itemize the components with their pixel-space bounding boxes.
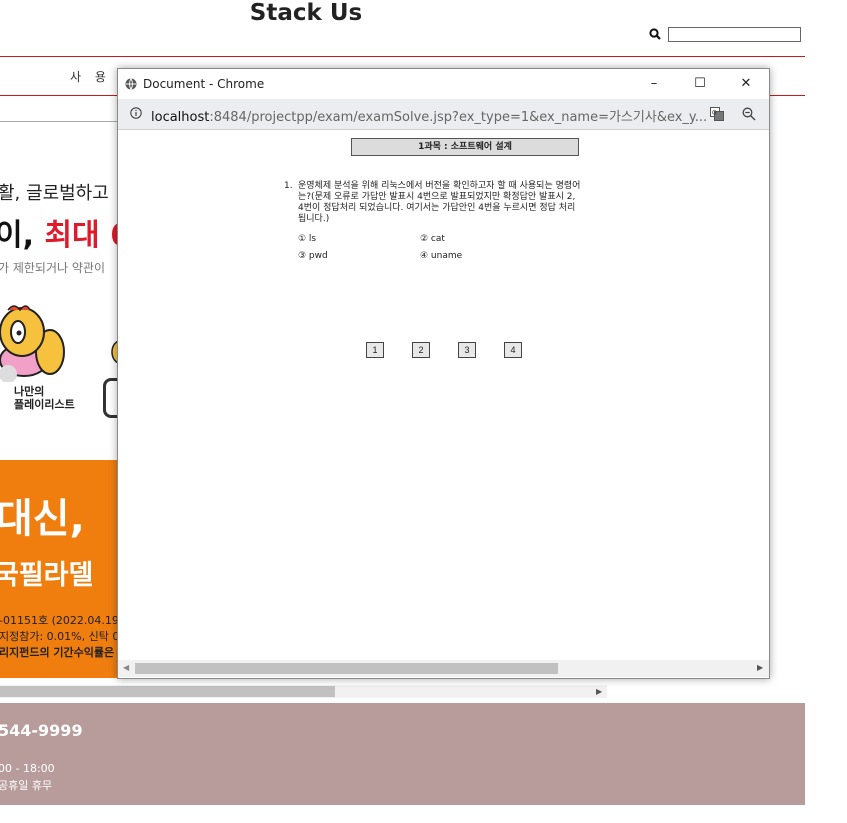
scroll-right-arrow-icon[interactable]: ▶ [596, 687, 602, 696]
window-titlebar[interactable]: Document - Chrome – ☐ ✕ [118, 69, 769, 99]
subject-title: 1과목 : 소프트웨어 설계 [351, 138, 579, 156]
footer [0, 703, 805, 805]
promo-headline: 활, 글로벌하고 [0, 183, 109, 204]
choice-4: ④ uname [420, 251, 463, 261]
choice-1: ① ls [298, 234, 317, 244]
info-icon[interactable] [130, 107, 142, 119]
promo-highlight: 이, 최대 6 [0, 210, 131, 254]
page-scrollbar-thumb[interactable] [0, 686, 335, 697]
maximize-button[interactable]: ☐ [677, 69, 723, 99]
question-text: 운영체제 분석을 위해 리눅스에서 버전을 확인하고자 할 때 사용되는 명령어… [298, 181, 581, 224]
popup-scrollbar-thumb[interactable] [135, 663, 558, 674]
footer-phone: 544-9999 [0, 721, 83, 740]
header-divider [0, 56, 805, 57]
answer-button-2[interactable]: 2 [412, 342, 430, 358]
footer-hours: 00 - 18:00 [0, 762, 55, 775]
content-divider [0, 121, 120, 122]
popup-window[interactable]: Document - Chrome – ☐ ✕ localhost:8484/p… [117, 68, 770, 679]
zoom-out-icon[interactable] [742, 107, 756, 121]
svg-text:G: G [712, 110, 717, 117]
scroll-right-arrow-icon[interactable]: ▶ [757, 663, 763, 672]
answer-button-3[interactable]: 3 [458, 342, 476, 358]
answer-button-1[interactable]: 1 [366, 342, 384, 358]
banner-headline: 대신, [0, 496, 85, 542]
answer-button-4[interactable]: 4 [504, 342, 522, 358]
banner-fineprint-3: 리지펀드의 기간수익률은 [0, 646, 115, 659]
banner-fineprint-2: 지정참가: 0.01%, 신탁 0. [0, 630, 123, 643]
chick-mascot-image [0, 305, 65, 382]
address-bar[interactable]: localhost:8484/projectpp/exam/examSolve.… [118, 99, 769, 130]
globe-icon [125, 78, 137, 90]
choice-3: ③ pwd [298, 251, 328, 261]
window-title: Document - Chrome [143, 77, 265, 91]
promo-highlight-black: 이, [0, 218, 34, 253]
scroll-left-arrow-icon[interactable]: ◀ [123, 663, 129, 672]
banner-fineprint-1: -01151호 (2022.04.19 [0, 614, 119, 627]
minimize-button[interactable]: – [631, 69, 677, 99]
url-text[interactable]: localhost:8484/projectpp/exam/examSolve.… [151, 106, 707, 125]
choice-2: ② cat [420, 234, 445, 244]
promo-disclaimer: 가 제한되거나 약관이 [0, 261, 105, 275]
translate-icon[interactable]: G [710, 107, 724, 121]
url-host: localhost [151, 110, 210, 125]
search-icon[interactable] [649, 28, 661, 40]
close-button[interactable]: ✕ [723, 69, 769, 99]
search-input[interactable] [668, 27, 801, 42]
playlist-label[interactable]: 나만의 플레이리스트 [14, 385, 75, 411]
question-number: 1. [284, 181, 293, 191]
url-path: :8484/projectpp/exam/examSolve.jsp?ex_ty… [209, 110, 708, 125]
site-title[interactable]: Stack Us [0, 0, 612, 26]
footer-holiday: 공휴일 휴무 [0, 779, 53, 792]
banner-subheadline: 국필라델 [0, 560, 94, 591]
